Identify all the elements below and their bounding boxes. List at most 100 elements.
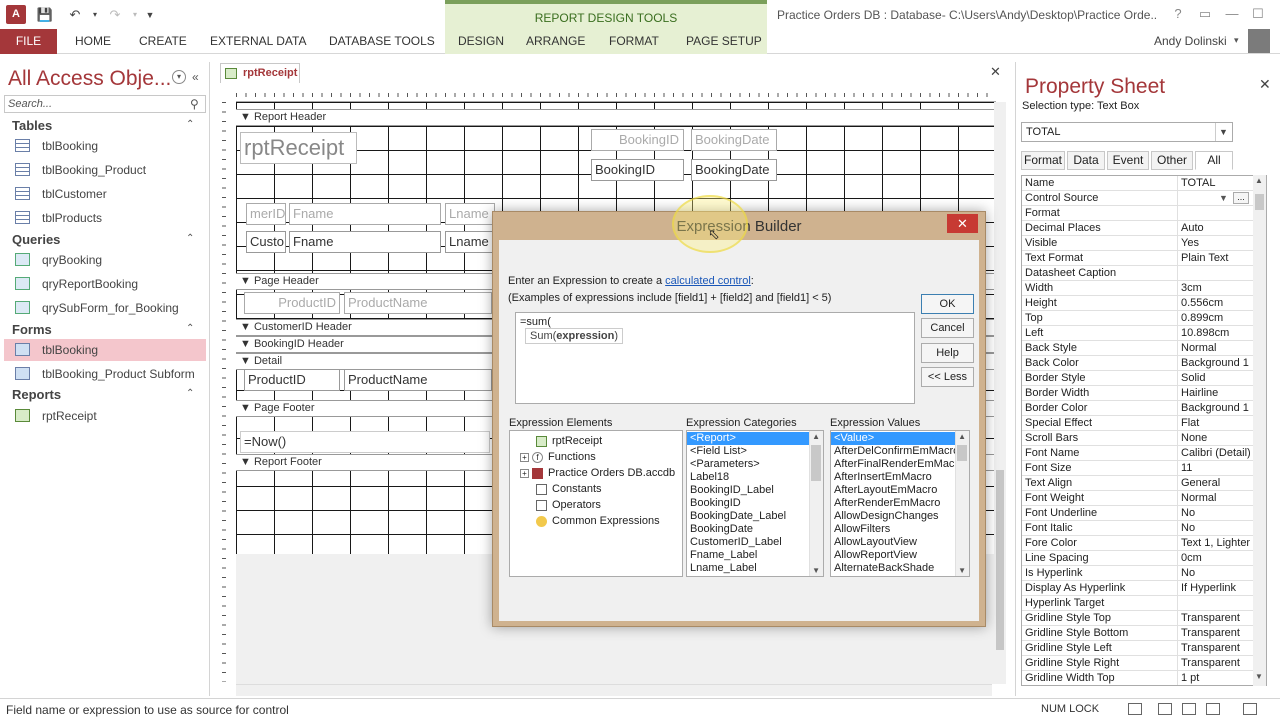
property-value[interactable]: Plain Text [1177,251,1253,266]
nav-group-queries[interactable]: Queries [12,232,60,247]
categories-item[interactable]: Fname_Label [687,549,823,562]
values-item[interactable]: AfterFinalRenderEmMacro [831,458,969,471]
property-row[interactable]: Height 0.556cm [1022,296,1254,311]
property-row[interactable]: Text Align General [1022,476,1254,491]
nav-item-qrysubform[interactable]: qrySubForm_for_Booking [4,297,206,319]
tree-item-database[interactable]: + Practice Orders DB.accdb [520,465,675,481]
property-row[interactable]: Back Style Normal [1022,341,1254,356]
property-value[interactable]: Normal [1177,341,1253,356]
property-row[interactable]: Line Spacing 0cm [1022,551,1254,566]
maximize-icon[interactable]: ☐ [1248,6,1268,22]
nav-group-reports[interactable]: Reports [12,387,61,402]
chevron-down-icon[interactable]: ▼ [1215,123,1231,141]
property-row[interactable]: Font Weight Normal [1022,491,1254,506]
scroll-up-icon[interactable]: ▲ [1255,176,1263,185]
tab-home[interactable]: HOME [71,29,115,54]
help-button[interactable]: ? [1168,6,1188,22]
property-value[interactable]: Hairline [1177,386,1253,401]
property-row[interactable]: Name TOTAL [1022,176,1254,191]
property-value[interactable]: Transparent [1177,656,1253,671]
tree-item-constants[interactable]: Constants [536,481,602,497]
expression-categories-list[interactable]: <Report> <Field List> <Parameters> Label18 B… [686,430,824,577]
scroll-down-icon[interactable]: ▼ [1255,672,1263,681]
property-row[interactable]: Width 3cm [1022,281,1254,296]
scrollbar-thumb[interactable] [957,445,967,461]
values-item[interactable]: AllowLayoutView [831,536,969,549]
tree-item-functions[interactable]: + f Functions [520,449,596,465]
property-row[interactable]: Decimal Places Auto [1022,221,1254,236]
property-value[interactable] [1177,206,1253,221]
categories-item[interactable]: BookingDate [687,523,823,536]
tab-data[interactable]: Data [1067,151,1105,170]
booking-id-field[interactable]: BookingID [591,159,684,181]
shutter-bar-icon[interactable]: « [192,70,199,84]
categories-item[interactable]: Lname_Label [687,562,823,575]
tab-all[interactable]: All [1195,151,1233,170]
property-row[interactable]: Is Hyperlink No [1022,566,1254,581]
close-document-icon[interactable]: ✕ [990,64,1001,80]
property-sheet-close-icon[interactable]: ✕ [1259,76,1271,93]
booking-id-label[interactable]: BookingID [591,129,684,151]
chevron-down-icon[interactable]: ▼ [1219,193,1228,203]
report-view-icon[interactable] [1158,703,1172,715]
search-icon[interactable]: ⚲ [190,97,199,111]
less-button[interactable]: << Less [921,367,974,387]
tab-format[interactable]: FORMAT [605,29,663,54]
help-button[interactable]: Help [921,343,974,363]
tab-file[interactable]: FILE [0,29,57,54]
tab-event[interactable]: Event [1107,151,1149,170]
undo-dropdown-icon[interactable]: ▾ [86,6,104,24]
values-item[interactable]: AfterLayoutEmMacro [831,484,969,497]
property-row[interactable]: Back Color Background 1 [1022,356,1254,371]
property-value[interactable]: No [1177,521,1253,536]
property-row[interactable]: Gridline Style Left Transparent [1022,641,1254,656]
property-row[interactable]: Gridline Width Top 1 pt [1022,671,1254,685]
ribbon-display-icon[interactable]: ▭ [1195,6,1215,22]
scroll-up-icon[interactable]: ▲ [812,432,820,441]
booking-date-field[interactable]: BookingDate [691,159,777,181]
document-tab-rptreceipt[interactable]: rptReceipt [220,63,300,83]
values-item[interactable]: AllowDesignChanges [831,510,969,523]
print-preview-icon[interactable] [1206,703,1220,715]
redo-icon[interactable]: ↷ [106,6,124,24]
categories-item[interactable]: <Parameters> [687,458,823,471]
lname-field[interactable]: Lname [445,231,495,253]
tab-arrange[interactable]: ARRANGE [522,29,589,54]
property-grid[interactable]: Name TOTAL Control Source Format Decimal Pla… [1021,175,1267,686]
fname-label[interactable]: Fname [289,203,441,225]
property-row[interactable]: Font Italic No [1022,521,1254,536]
tab-format[interactable]: Format [1021,151,1065,170]
scroll-down-icon[interactable]: ▼ [812,566,820,575]
property-row[interactable]: Visible Yes [1022,236,1254,251]
product-id-field[interactable]: ProductID [244,369,340,391]
lname-label[interactable]: Lname [445,203,495,225]
tree-item-rptreceipt[interactable]: rptReceipt [536,433,602,449]
property-value[interactable]: Background 1 [1177,401,1253,416]
product-id-label[interactable]: ProductID [244,292,340,314]
section-report-header[interactable]: ▼ Report Header [236,109,994,126]
property-row[interactable]: Display As Hyperlink If Hyperlink [1022,581,1254,596]
product-name-field[interactable]: ProductName [344,369,492,391]
property-value[interactable]: 0.556cm [1177,296,1253,311]
report-title-label[interactable]: rptReceipt [240,132,357,164]
property-value[interactable]: No [1177,506,1253,521]
property-value[interactable]: Transparent [1177,611,1253,626]
values-item[interactable]: AfterDelConfirmEmMacro [831,445,969,458]
categories-item[interactable]: <Field List> [687,445,823,458]
property-value[interactable]: Solid [1177,371,1253,386]
nav-menu-dropdown-icon[interactable]: ▾ [172,70,186,84]
product-name-label[interactable]: ProductName [344,292,492,314]
property-value[interactable]: Yes [1177,236,1253,251]
property-row[interactable]: Text Format Plain Text [1022,251,1254,266]
categories-scrollbar[interactable]: ▲ ▼ [809,431,823,576]
property-value[interactable]: 1 pt [1177,671,1253,685]
dialog-close-icon[interactable]: ✕ [947,214,978,233]
categories-item[interactable]: Label18 [687,471,823,484]
nav-pane-title[interactable]: All Access Obje... [8,67,171,91]
nav-group-tables[interactable]: Tables [12,118,52,133]
property-value[interactable]: TOTAL [1177,176,1253,191]
nav-item-form-tblbooking[interactable]: tblBooking [4,339,206,361]
nav-item-qryreportbooking[interactable]: qryReportBooking [4,273,206,295]
tree-item-operators[interactable]: Operators [536,497,601,513]
customize-qat-icon[interactable]: ▼ [141,6,159,24]
